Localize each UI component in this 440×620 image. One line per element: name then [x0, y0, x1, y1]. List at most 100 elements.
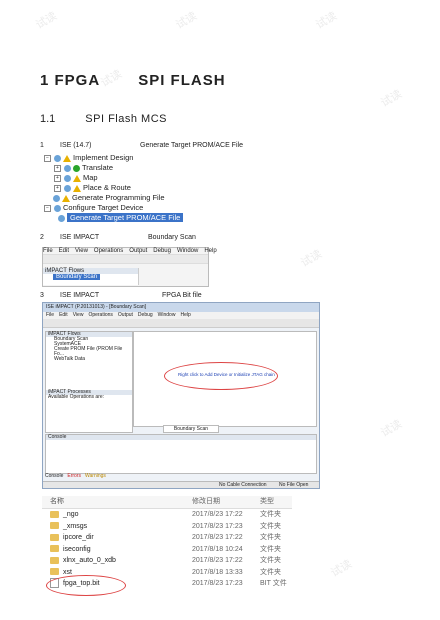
step-action: Generate Target PROM/ACE File	[140, 142, 243, 149]
page-heading: 1 FPGA SPI FLASH	[40, 72, 226, 89]
run-icon	[53, 194, 60, 202]
menu-output[interactable]: Output	[129, 248, 147, 254]
section-heading: 1.1 SPI Flash MCS	[40, 113, 167, 125]
toolbar	[43, 254, 208, 264]
menu-file[interactable]: File	[46, 312, 54, 318]
folder-icon	[50, 510, 59, 518]
collapse-icon[interactable]: −	[44, 154, 51, 162]
watermark: 试读	[33, 10, 60, 32]
column-type[interactable]: 类型	[260, 496, 274, 508]
menu-file[interactable]: File	[43, 248, 53, 254]
step-tool: ISE (14.7)	[60, 142, 92, 149]
list-item[interactable]: _ngo 2017/8/23 17:22 文件夹	[42, 509, 292, 521]
warning-icon	[73, 184, 81, 192]
list-item[interactable]: _xmsgs 2017/8/23 17:23 文件夹	[42, 521, 292, 533]
processes-text: Available Operations are:	[48, 394, 105, 400]
watermark: 试读	[328, 558, 355, 580]
expand-icon[interactable]: +	[54, 174, 61, 182]
collapse-icon[interactable]: −	[44, 204, 51, 212]
flows-pane: iMPACT Flows Boundary Scan SystemACE Cre…	[45, 331, 133, 433]
device-icon	[54, 204, 61, 212]
warning-icon	[63, 154, 71, 162]
impact-small-window: File Edit View Operations Output Debug Window H…	[42, 247, 217, 287]
warning-icon	[73, 174, 81, 182]
step-number: 1	[40, 142, 44, 149]
column-name[interactable]: 名称	[50, 496, 64, 508]
tab-warnings[interactable]: Warnings	[85, 473, 106, 479]
highlight-oval	[46, 575, 126, 596]
menu-debug[interactable]: Debug	[153, 248, 171, 254]
folder-icon	[50, 533, 59, 541]
step-1: 1 ISE (14.7) Generate Target PROM/ACE File	[40, 142, 243, 149]
canvas-hint: Right click to Add Device or Initialize …	[178, 372, 275, 377]
console-title: Console	[46, 435, 316, 440]
process-tree: − Implement Design + Translate + Map + Place…	[44, 153, 219, 225]
watermark: 试读	[378, 88, 405, 110]
tab-boundary-scan[interactable]: Boundary Scan	[163, 425, 219, 433]
menu-operations[interactable]: Operations	[94, 248, 123, 254]
flow-item[interactable]: WebTalk Data	[46, 357, 132, 362]
watermark: 试读	[378, 418, 405, 440]
toolbar	[43, 319, 319, 328]
step-tool: ISE IMPACT	[60, 292, 100, 299]
tree-item[interactable]: − Configure Target Device	[44, 203, 219, 213]
status-cable: No Cable Connection	[219, 482, 267, 488]
menu-operations[interactable]: Operations	[88, 312, 112, 318]
menu-debug[interactable]: Debug	[138, 312, 153, 318]
column-header-row: 名称 修改日期 类型	[42, 496, 292, 509]
folder-icon	[50, 522, 59, 530]
step-action: FPGA Bit file	[162, 292, 202, 299]
run-icon	[64, 174, 71, 182]
step-number: 3	[40, 292, 44, 299]
folder-icon	[50, 545, 59, 553]
watermark: 试读	[313, 10, 340, 32]
tree-item[interactable]: + Place & Route	[44, 183, 219, 193]
tree-item[interactable]: − Implement Design	[44, 153, 219, 163]
expand-icon[interactable]: +	[54, 184, 61, 192]
flows-pane: iMPACT Flows Boundary Scan	[43, 268, 139, 285]
menu-help[interactable]: Help	[180, 312, 190, 318]
step-tool: ISE IMPACT	[60, 234, 100, 241]
menu-help[interactable]: Help	[204, 248, 216, 254]
file-explorer: 名称 修改日期 类型 _ngo 2017/8/23 17:22 文件夹 _xmsgs…	[42, 496, 292, 600]
tree-item[interactable]: Generate Programming File	[44, 193, 219, 203]
tree-item[interactable]: + Translate	[44, 163, 219, 173]
run-icon	[54, 154, 61, 162]
heading-number: 1 FPGA	[40, 72, 101, 89]
menu-window[interactable]: Window	[158, 312, 176, 318]
run-icon	[58, 214, 65, 222]
tab-errors[interactable]: Errors	[67, 473, 81, 479]
list-item[interactable]: iseconfig 2017/8/18 10:24 文件夹	[42, 544, 292, 556]
console-pane: Console	[45, 434, 317, 474]
menu-edit[interactable]: Edit	[59, 248, 69, 254]
run-icon	[64, 164, 71, 172]
expand-icon[interactable]: +	[54, 164, 61, 172]
flow-boundary-scan[interactable]: Boundary Scan	[53, 274, 101, 280]
status-bar: No Cable Connection No File Open	[43, 481, 319, 488]
tree-item-selected[interactable]: Generate Target PROM/ACE File	[44, 213, 219, 223]
window-title: ISE iMPACT (P.20131013) - [Boundary Scan…	[43, 303, 319, 312]
step-2: 2 ISE IMPACT Boundary Scan	[40, 234, 196, 241]
menu-output[interactable]: Output	[118, 312, 133, 318]
menu-view[interactable]: View	[73, 312, 84, 318]
menu-edit[interactable]: Edit	[59, 312, 68, 318]
list-item[interactable]: xlnx_auto_0_xdb 2017/8/23 17:22 文件夹	[42, 555, 292, 567]
step-number: 2	[40, 234, 44, 241]
menu-bar: File Edit View Operations Output Debug Window H…	[43, 312, 319, 319]
boundary-scan-canvas[interactable]: Right click to Add Device or Initialize …	[133, 331, 317, 427]
menu-bar: File Edit View Operations Output Debug Window H…	[43, 248, 217, 254]
menu-window[interactable]: Window	[177, 248, 198, 254]
watermark: 试读	[298, 248, 325, 270]
tree-item[interactable]: + Map	[44, 173, 219, 183]
section-number: 1.1	[40, 113, 56, 125]
menu-view[interactable]: View	[75, 248, 88, 254]
check-icon	[73, 164, 80, 172]
list-item[interactable]: ipcore_dir 2017/8/23 17:22 文件夹	[42, 532, 292, 544]
section-title: SPI Flash MCS	[85, 113, 167, 125]
watermark: 试读	[173, 10, 200, 32]
tab-console[interactable]: Console	[45, 473, 63, 479]
status-file: No File Open	[279, 482, 309, 488]
column-date[interactable]: 修改日期	[192, 496, 220, 508]
folder-icon	[50, 568, 59, 576]
console-tabs: Console Errors Warnings	[45, 473, 110, 479]
